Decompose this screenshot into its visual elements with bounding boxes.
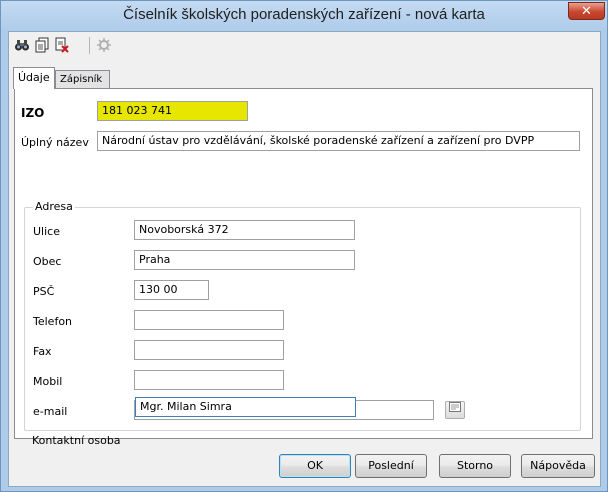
window-title: Číselník školských poradenských zařízení… [123,6,485,23]
delete-document-icon[interactable] [54,37,70,53]
street-label: Ulice [33,225,60,238]
fax-field[interactable] [134,340,284,360]
settings-disabled-icon [96,37,112,53]
title-bar[interactable]: Číselník školských poradenských zařízení… [1,1,607,31]
izo-field[interactable]: 181 023 741 [97,101,248,121]
tab-zapisnik[interactable]: Zápisník [55,70,110,88]
toolbar [12,35,597,55]
izo-label: IZO [21,106,45,120]
binoculars-icon[interactable] [14,37,30,53]
last-button[interactable]: Poslední [355,454,427,478]
email-compose-button[interactable] [445,401,465,419]
fax-label: Fax [33,345,52,358]
phone-label: Telefon [33,315,73,328]
mobile-label: Mobil [33,375,63,388]
copy-document-icon[interactable] [34,37,50,53]
full-name-label: Úplný název [21,136,89,149]
envelope-icon [449,402,461,412]
address-group-title: Adresa [33,200,75,213]
help-button[interactable]: Nápověda [521,454,595,478]
zip-field[interactable]: 130 00 [134,280,209,300]
zip-label: PSČ [33,285,55,298]
ok-button[interactable]: OK [279,454,351,478]
city-label: Obec [33,255,62,268]
tab-udaje[interactable]: Údaje [13,67,55,89]
contact-label: Kontaktní osoba [32,434,121,447]
street-field[interactable]: Novoborská 372 [134,220,355,240]
close-button[interactable]: ✕ [568,2,605,20]
contact-person-field[interactable]: Mgr. Milan Simra [135,397,356,417]
mobile-field[interactable] [134,370,284,390]
toolbar-separator [89,37,90,54]
dialog-window: Číselník školských poradenských zařízení… [0,0,608,492]
city-field[interactable]: Praha [134,250,355,270]
full-name-field[interactable]: Národní ústav pro vzdělávání, školské po… [97,131,580,151]
email-label: e-mail [33,405,68,418]
phone-field[interactable] [134,310,284,330]
tab-panel-udaje: IZO 181 023 741 Úplný název Národní ústa… [14,88,593,447]
dialog-client-area: Údaje Zápisník IZO 181 023 741 Úplný náz… [8,31,601,487]
cancel-button[interactable]: Storno [439,454,511,478]
